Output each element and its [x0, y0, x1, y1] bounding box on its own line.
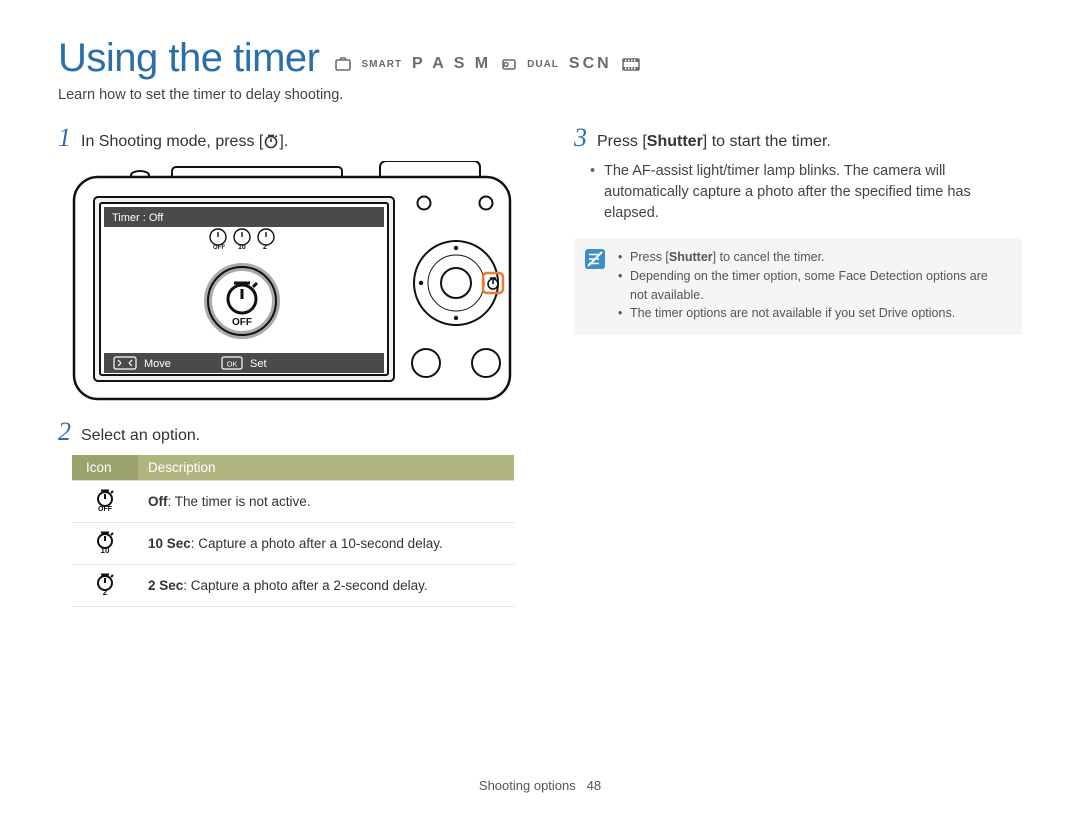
camera-smart-icon	[335, 57, 351, 71]
table-row: 10 10 Sec: Capture a photo after a 10-se…	[72, 523, 514, 565]
table-row: 2 2 Sec: Capture a photo after a 2-secon…	[72, 565, 514, 607]
svg-text:Set: Set	[250, 358, 267, 370]
movie-icon	[622, 58, 640, 71]
svg-text:10: 10	[238, 244, 246, 251]
svg-text:10: 10	[101, 546, 110, 553]
page-title: Using the timer	[58, 36, 319, 81]
mode-icons: SMART P A S M DUAL SCN	[335, 55, 639, 73]
dual-camera-icon	[501, 57, 517, 71]
note-icon	[584, 248, 606, 323]
svg-text:OFF: OFF	[98, 506, 113, 511]
step-2: 2 Select an option.	[58, 419, 518, 445]
mode-pasm: P A S M	[412, 55, 491, 73]
mode-smart-label: SMART	[361, 59, 402, 70]
content-columns: 1 In Shooting mode, press [].	[58, 119, 1022, 607]
list-item: The timer options are not available if y…	[618, 304, 1008, 323]
svg-text:OFF: OFF	[232, 317, 252, 328]
timer-2s-icon: 2	[93, 573, 117, 595]
note-list: Press [Shutter] to cancel the timer. Dep…	[618, 248, 1008, 323]
step3-details: The AF-assist light/timer lamp blinks. T…	[590, 161, 1022, 224]
page: Using the timer SMART P A S M DUAL SCN	[0, 0, 1080, 815]
step-text: Press [Shutter] to start the timer.	[597, 133, 831, 151]
table-header-desc: Description	[138, 455, 514, 481]
page-subtitle: Learn how to set the timer to delay shoo…	[58, 87, 1022, 103]
svg-text:OFF: OFF	[213, 245, 225, 251]
list-item: The AF-assist light/timer lamp blinks. T…	[590, 161, 1022, 224]
title-line: Using the timer SMART P A S M DUAL SCN	[58, 36, 1022, 81]
step-text: In Shooting mode, press [].	[81, 133, 288, 151]
table-row: OFF Off: The timer is not active.	[72, 481, 514, 523]
table-header-icon: Icon	[72, 455, 138, 481]
note-box: Press [Shutter] to cancel the timer. Dep…	[574, 238, 1022, 335]
list-item: Press [Shutter] to cancel the timer.	[618, 248, 1008, 267]
page-footer: Shooting options 48	[0, 778, 1080, 793]
camera-illustration: Timer : Off OFF 10 2	[72, 161, 518, 403]
svg-text:2: 2	[103, 588, 108, 595]
step-text: Select an option.	[81, 427, 200, 445]
list-item: Depending on the timer option, some Face…	[618, 267, 1008, 305]
step-1: 1 In Shooting mode, press [].	[58, 125, 518, 151]
svg-text:2: 2	[263, 244, 267, 251]
svg-text:Move: Move	[144, 358, 171, 370]
timer-off-icon: OFF	[93, 489, 117, 511]
mode-dual-label: DUAL	[527, 59, 559, 70]
screen-header-text: Timer : Off	[112, 212, 164, 224]
step-number: 1	[58, 125, 71, 151]
step-number: 3	[574, 125, 587, 151]
footer-section: Shooting options	[479, 778, 576, 793]
page-number: 48	[587, 778, 601, 793]
mode-scn: SCN	[569, 55, 612, 73]
timer-icon	[263, 133, 279, 149]
timer-options-table: Icon Description OFF Off: The timer is n…	[72, 455, 514, 607]
svg-text:OK: OK	[227, 360, 238, 369]
left-column: 1 In Shooting mode, press [].	[58, 119, 518, 607]
step-number: 2	[58, 419, 71, 445]
step-3: 3 Press [Shutter] to start the timer.	[574, 125, 1022, 151]
right-column: 3 Press [Shutter] to start the timer. Th…	[574, 119, 1022, 607]
timer-10s-icon: 10	[93, 531, 117, 553]
